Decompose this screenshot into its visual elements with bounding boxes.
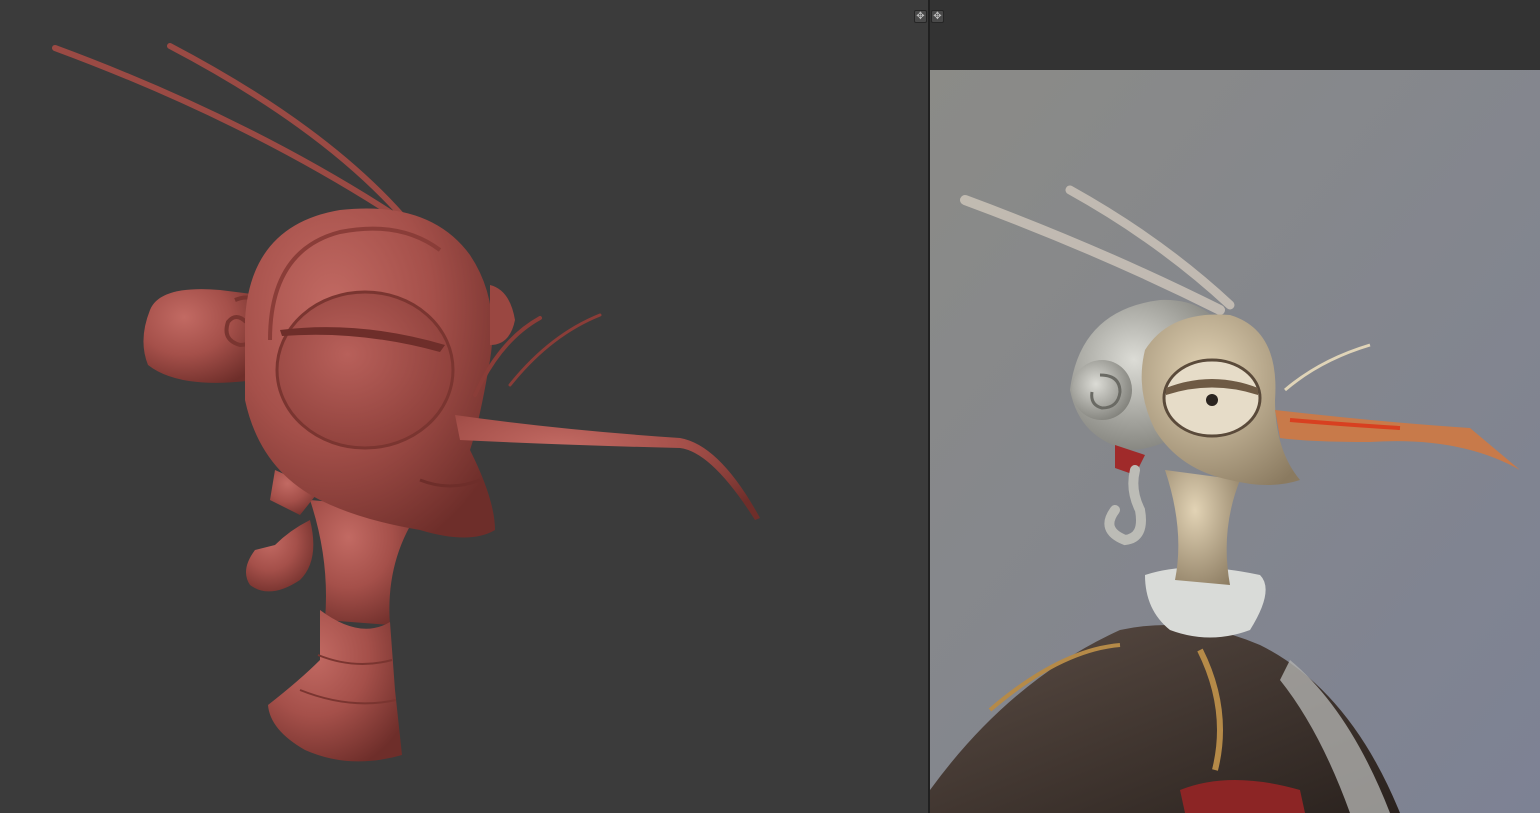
hair-bun (143, 289, 260, 383)
eye (275, 290, 455, 450)
sculpt-viewport[interactable] (0, 0, 928, 813)
collar (268, 610, 402, 762)
reference-image (930, 70, 1540, 813)
antenna-left (52, 45, 408, 225)
sculpt-model[interactable] (0, 0, 928, 813)
proboscis (455, 415, 760, 520)
crosshair-icon[interactable]: ✥ (914, 10, 927, 23)
crosshair-icon[interactable]: ✥ (931, 10, 944, 23)
antenna-right (167, 43, 413, 228)
reference-viewer[interactable] (930, 0, 1540, 813)
reference-toolbar (930, 0, 1540, 70)
side-curl (246, 520, 314, 592)
